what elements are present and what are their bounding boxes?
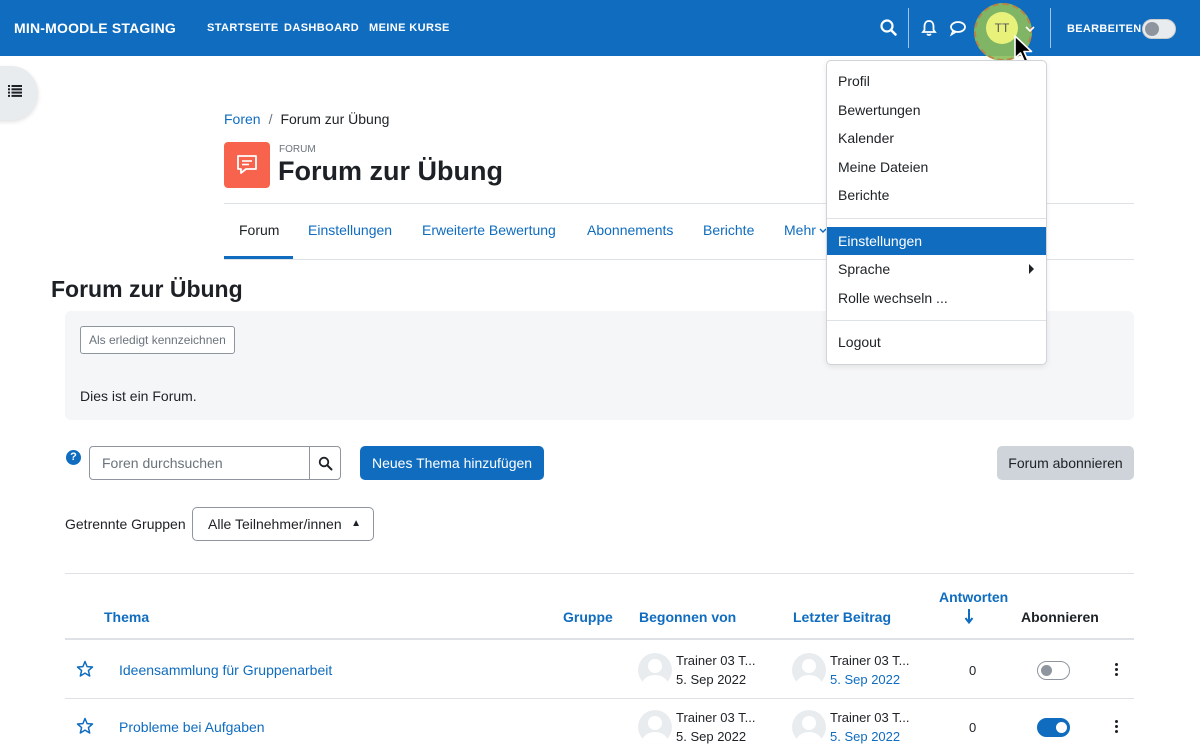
tab-abonnements[interactable]: Abonnements xyxy=(587,222,673,238)
subscribe-toggle[interactable] xyxy=(1037,718,1070,737)
column-header-gruppe[interactable]: Gruppe xyxy=(563,609,613,625)
chevron-down-icon[interactable] xyxy=(1025,26,1035,32)
column-header-antworten[interactable]: Antworten xyxy=(939,589,1008,605)
more-actions-icon[interactable] xyxy=(1114,663,1120,677)
sort-down-arrow-icon xyxy=(964,609,974,624)
last-post-name[interactable]: Trainer 03 T... xyxy=(830,653,909,668)
nav-divider xyxy=(908,8,909,48)
menu-item-sprache-label: Sprache xyxy=(838,261,891,277)
menu-item-einstellungen[interactable]: Einstellungen xyxy=(827,227,1046,255)
add-new-topic-button[interactable]: Neues Thema hinzufügen xyxy=(360,446,545,480)
menu-item-bewertungen[interactable]: Bewertungen xyxy=(827,96,1046,124)
table-header-separator xyxy=(65,638,1134,640)
discussion-topic-link[interactable]: Ideensammlung für Gruppenarbeit xyxy=(119,662,332,678)
column-header-abonnieren: Abonnieren xyxy=(1021,609,1099,625)
last-post-name[interactable]: Trainer 03 T... xyxy=(830,710,909,725)
course-index-toggle[interactable] xyxy=(0,66,38,120)
star-icon[interactable] xyxy=(76,660,94,678)
menu-divider xyxy=(827,218,1046,219)
menu-item-profil[interactable]: Profil xyxy=(827,67,1046,95)
user-avatar[interactable] xyxy=(638,710,672,744)
mark-done-button[interactable]: Als erledigt kennzeichnen xyxy=(80,326,235,354)
forum-heading: Forum zur Übung xyxy=(51,276,243,302)
user-avatar[interactable] xyxy=(638,653,672,687)
group-select[interactable]: Alle Teilnehmer/innen ▲ xyxy=(192,507,374,541)
replies-count[interactable]: 0 xyxy=(969,720,976,735)
menu-divider xyxy=(827,320,1046,321)
started-date: 5. Sep 2022 xyxy=(676,672,747,687)
breadcrumb-separator: / xyxy=(268,111,273,127)
last-post-date[interactable]: 5. Sep 2022 xyxy=(830,729,900,744)
more-actions-icon[interactable] xyxy=(1114,720,1120,734)
activity-type-label: FORUM xyxy=(279,144,316,155)
bell-icon[interactable] xyxy=(919,18,939,38)
column-header-thema[interactable]: Thema xyxy=(104,609,149,625)
tab-einstellungen[interactable]: Einstellungen xyxy=(308,222,392,238)
breadcrumb: Foren / Forum zur Übung xyxy=(224,111,389,127)
forum-icon xyxy=(237,155,257,174)
tab-berichte[interactable]: Berichte xyxy=(703,222,754,238)
menu-item-kalender[interactable]: Kalender xyxy=(827,124,1046,152)
column-header-letzter-beitrag[interactable]: Letzter Beitrag xyxy=(793,609,891,625)
nav-startseite[interactable]: STARTSEITE xyxy=(207,22,279,34)
user-avatar[interactable] xyxy=(792,653,826,687)
user-avatar[interactable] xyxy=(792,710,826,744)
page-title: Forum zur Übung xyxy=(278,156,503,186)
help-icon[interactable]: ? xyxy=(66,450,81,465)
search-submit-button[interactable] xyxy=(309,446,341,480)
row-separator xyxy=(65,698,1134,699)
breadcrumb-foren[interactable]: Foren xyxy=(224,111,261,127)
group-mode-label: Getrennte Gruppen xyxy=(65,516,186,532)
breadcrumb-current: Forum zur Übung xyxy=(280,111,390,127)
search-icon[interactable] xyxy=(879,18,899,38)
star-icon[interactable] xyxy=(76,717,94,735)
active-tab-indicator xyxy=(224,256,293,259)
nav-dashboard[interactable]: DASHBOARD xyxy=(284,22,359,34)
menu-item-berichte[interactable]: Berichte xyxy=(827,181,1046,209)
edit-mode-label: BEARBEITEN xyxy=(1067,23,1142,35)
site-brand[interactable]: MIN-MOODLE STAGING xyxy=(14,20,176,36)
last-post-date[interactable]: 5. Sep 2022 xyxy=(830,672,900,687)
discussion-topic-link[interactable]: Probleme bei Aufgaben xyxy=(119,719,265,735)
started-by-name[interactable]: Trainer 03 T... xyxy=(676,653,755,668)
subscribe-toggle[interactable] xyxy=(1037,661,1070,680)
started-date: 5. Sep 2022 xyxy=(676,729,747,744)
nav-divider xyxy=(1050,8,1051,48)
forum-activity-icon xyxy=(224,142,270,188)
caret-right-icon xyxy=(1029,264,1034,274)
edit-mode-toggle[interactable] xyxy=(1142,19,1176,39)
group-select-value: Alle Teilnehmer/innen xyxy=(208,516,342,532)
forum-description: Dies ist ein Forum. xyxy=(80,388,197,404)
list-icon xyxy=(8,85,22,97)
user-menu-dropdown: Profil Bewertungen Kalender Meine Dateie… xyxy=(826,60,1047,365)
nav-meine-kurse[interactable]: MEINE KURSE xyxy=(369,22,450,34)
search-icon xyxy=(318,456,333,471)
tab-erweiterte-bewertung[interactable]: Erweiterte Bewertung xyxy=(422,222,556,238)
tab-mehr-label: Mehr xyxy=(784,222,816,238)
table-top-border xyxy=(65,573,1134,574)
tab-mehr[interactable]: Mehr xyxy=(784,222,827,238)
forum-search-input[interactable] xyxy=(89,446,310,480)
column-header-begonnen-von[interactable]: Begonnen von xyxy=(639,609,736,625)
menu-item-rolle-wechseln[interactable]: Rolle wechseln ... xyxy=(827,284,1046,312)
started-by-name[interactable]: Trainer 03 T... xyxy=(676,710,755,725)
menu-item-logout[interactable]: Logout xyxy=(827,328,1046,356)
menu-item-meine-dateien[interactable]: Meine Dateien xyxy=(827,153,1046,181)
menu-item-sprache[interactable]: Sprache xyxy=(827,255,1046,283)
select-arrows-icon: ▲ xyxy=(351,518,361,529)
message-icon[interactable] xyxy=(948,18,968,38)
tab-forum[interactable]: Forum xyxy=(239,222,279,238)
replies-count[interactable]: 0 xyxy=(969,663,976,678)
subscribe-forum-button[interactable]: Forum abonnieren xyxy=(997,446,1134,480)
